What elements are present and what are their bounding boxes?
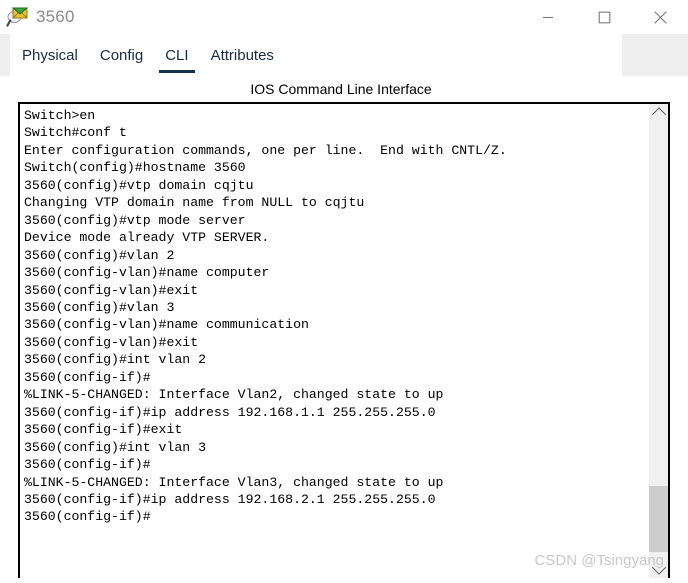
scrollbar-track[interactable] (649, 122, 668, 560)
chevron-down-icon (651, 560, 666, 575)
cli-output[interactable]: Switch>en Switch#conf t Enter configuratio… (20, 104, 649, 578)
terminal-line: 3560(config-vlan)#name computer (24, 265, 270, 281)
terminal-line: Device mode already VTP SERVER. (24, 230, 270, 246)
tabstrip-filler (622, 34, 688, 76)
terminal-scrollbar[interactable] (649, 104, 668, 578)
panel-header-title: IOS Command Line Interface (250, 81, 432, 97)
terminal-line: 3560(config-vlan)#exit (24, 282, 199, 298)
tab-attributes[interactable]: Attributes (211, 47, 274, 64)
window-titlebar: 3560 (0, 0, 688, 34)
terminal-line: 3560(config-if)# (24, 369, 151, 385)
terminal-line: 3560(config-vlan)#exit (24, 334, 199, 350)
tabstrip: Physical Config CLI Attributes (10, 34, 688, 76)
terminal-line: 3560(config)#vtp domain cqjtu (24, 177, 254, 193)
terminal-line: Switch>en (24, 108, 96, 123)
terminal-line: Enter configuration commands, one per li… (24, 142, 507, 158)
window-controls (520, 0, 688, 34)
terminal-line: 3560(config-if)# (24, 509, 151, 525)
close-icon (653, 10, 667, 24)
terminal-line: %LINK-5-CHANGED: Interface Vlan2, change… (24, 387, 444, 403)
terminal-line: 3560(config)#vtp mode server (24, 212, 246, 228)
terminal-line: %LINK-5-CHANGED: Interface Vlan3, change… (24, 474, 444, 490)
cli-terminal[interactable]: Switch>en Switch#conf t Enter configuratio… (18, 102, 670, 578)
tab-cli[interactable]: CLI (159, 47, 196, 73)
tab-physical[interactable]: Physical (22, 47, 78, 64)
chevron-up-icon (651, 107, 666, 122)
minimize-button[interactable] (520, 0, 576, 34)
minimize-icon (543, 16, 553, 19)
terminal-line: 3560(config)#int vlan 3 (24, 439, 207, 455)
envelope-magnifier-icon (6, 6, 29, 28)
terminal-line: Switch(config)#hostname 3560 (24, 160, 246, 176)
terminal-line: Switch#conf t (24, 125, 127, 141)
close-button[interactable] (632, 0, 688, 34)
scrollbar-thumb[interactable] (649, 486, 668, 552)
window-title: 3560 (36, 7, 75, 26)
maximize-button[interactable] (576, 0, 632, 34)
terminal-line: 3560(config-vlan)#name communication (24, 317, 309, 333)
terminal-line: Changing VTP domain name from NULL to cq… (24, 195, 365, 211)
maximize-icon (598, 11, 610, 23)
terminal-line: 3560(config-if)#ip address 192.168.2.1 2… (24, 491, 436, 507)
tabstrip-container: Physical Config CLI Attributes (0, 34, 688, 76)
tab-config[interactable]: Config (100, 47, 143, 64)
terminal-line: 3560(config)#vlan 2 (24, 247, 175, 263)
panel-header: IOS Command Line Interface (0, 76, 688, 102)
scroll-down-button[interactable] (649, 560, 668, 578)
titlebar-left-group: 3560 (0, 6, 75, 28)
terminal-line: 3560(config-if)#ip address 192.168.1.1 2… (24, 404, 436, 420)
terminal-line: 3560(config-if)#exit (24, 422, 183, 438)
terminal-line: 3560(config-if)# (24, 457, 151, 473)
terminal-line: 3560(config)#int vlan 2 (24, 352, 207, 368)
scroll-up-button[interactable] (649, 104, 668, 122)
terminal-line: 3560(config)#vlan 3 (24, 299, 175, 315)
